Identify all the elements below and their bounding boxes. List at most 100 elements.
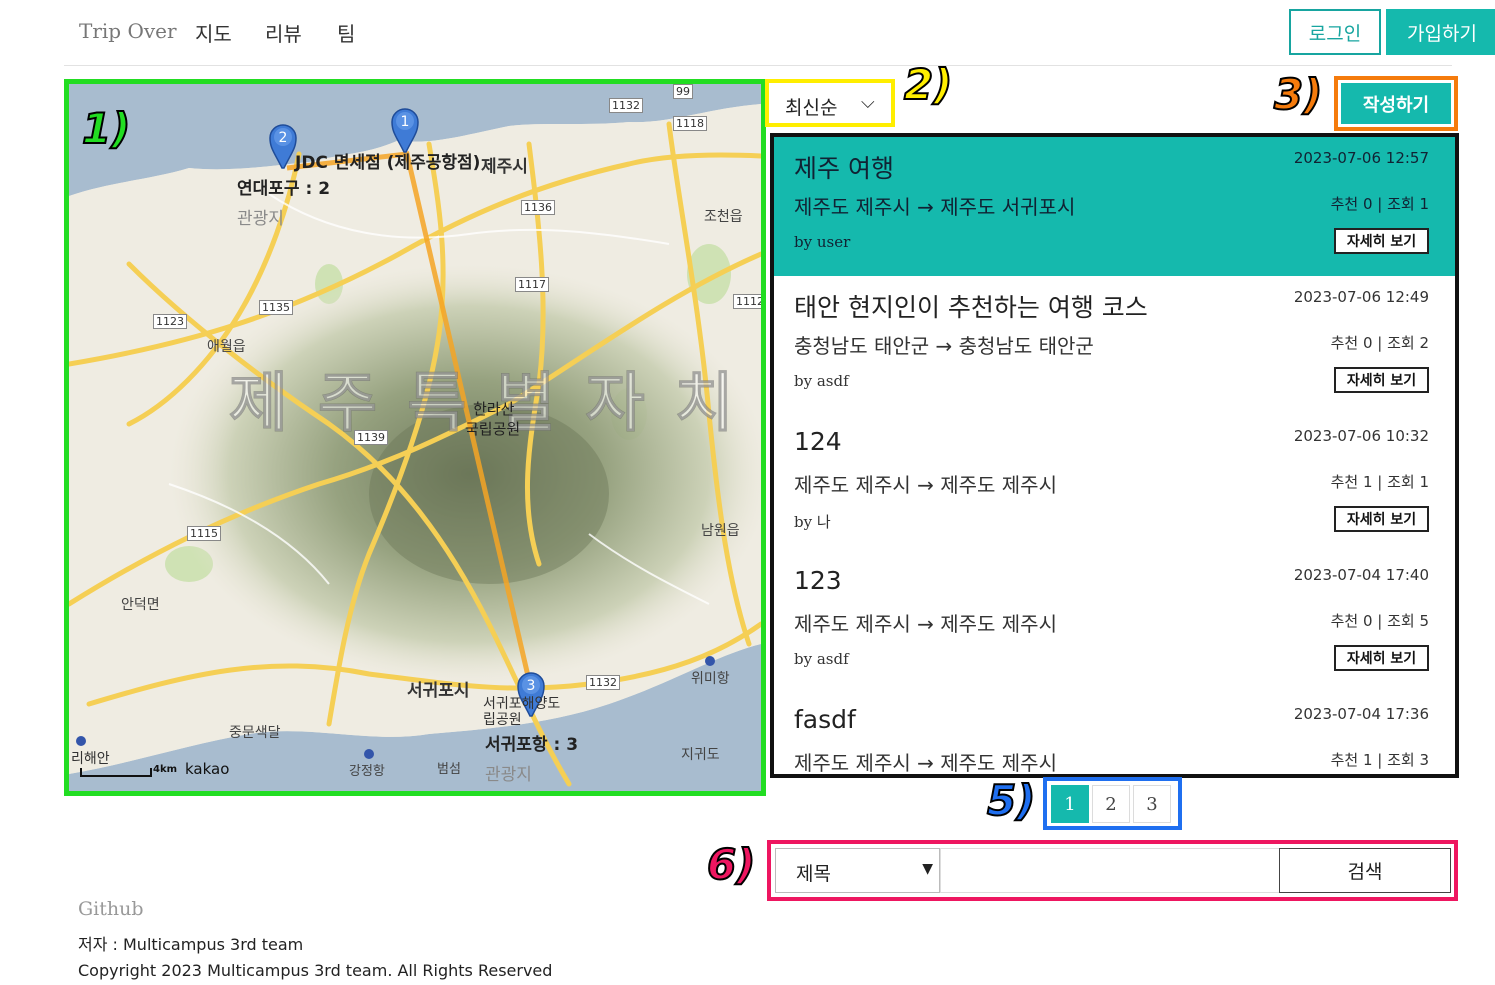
kakao-logo[interactable]: kakao [185, 760, 229, 778]
map-marker-2-category: 관광지 [237, 209, 284, 229]
post-stats: 추천 0 | 조회 2 [1330, 334, 1429, 352]
post-route: 제주도 제주시 → 제주도 서귀포시 [794, 195, 1076, 219]
map-place-label: 조천읍 [704, 209, 743, 225]
detail-button[interactable]: 자세히 보기 [1334, 506, 1429, 532]
search-field-select[interactable]: 제목 ▼ [775, 848, 940, 893]
post-list: 제주 여행 2023-07-06 12:57 제주도 제주시 → 제주도 서귀포… [770, 133, 1459, 778]
brand-logo[interactable]: Trip Over [79, 19, 177, 43]
svg-text:1: 1 [401, 114, 410, 130]
post-title[interactable]: 123 [794, 566, 842, 595]
pagination: 1 2 3 [1043, 777, 1182, 830]
map-place-label: 지귀도 [681, 747, 720, 763]
write-post-button[interactable]: 작성하기 [1341, 83, 1451, 124]
chevron-down-icon: ▼ [922, 861, 933, 877]
map-marker-3-extra: 서귀포해양도립공원 [483, 696, 561, 728]
annotation-6: 6) [706, 839, 756, 890]
map-place-label: 남원읍 [701, 523, 740, 539]
post-author: by user [794, 233, 851, 251]
detail-button[interactable]: 자세히 보기 [1334, 228, 1429, 254]
annotation-3: 3) [1273, 69, 1323, 120]
post-date: 2023-07-04 17:36 [1293, 705, 1429, 723]
footer-author: 저자 : Multicampus 3rd team [78, 935, 304, 954]
post-stats: 추천 0 | 조회 5 [1330, 612, 1429, 630]
annotation-5: 5) [986, 775, 1036, 826]
road-number: 1123 [153, 314, 187, 329]
map-place-label: 안덕면 [121, 597, 160, 613]
map-place-label: 범섬 [437, 762, 461, 777]
post-stats: 추천 1 | 조회 3 [1330, 751, 1429, 769]
road-number: 1117 [515, 277, 549, 292]
road-number: 1136 [521, 200, 555, 215]
post-title[interactable]: 태안 현지인이 추천하는 여행 코스 [794, 288, 1148, 324]
detail-button[interactable]: 자세히 보기 [1334, 645, 1429, 671]
svg-text:3: 3 [527, 678, 536, 694]
page-button-1[interactable]: 1 [1051, 785, 1089, 823]
post-route: 제주도 제주시 → 제주도 제주시 [794, 612, 1057, 636]
search-form: 제목 ▼ 검색 [767, 840, 1458, 901]
sort-dropdown[interactable]: 최신순 ⌵ [765, 79, 895, 127]
road-number: 1115 [187, 526, 221, 541]
map-park-label: 한라산 [473, 400, 515, 418]
kakao-map[interactable]: 1 2 3 1132 99 1118 1136 1117 1135 1123 1… [69, 84, 761, 791]
post-author: by asdf [794, 372, 849, 390]
detail-button[interactable]: 자세히 보기 [1334, 367, 1429, 393]
map-park-label: 국립공원 [465, 420, 521, 438]
map-place-label: 강정항 [349, 764, 385, 779]
search-input[interactable] [940, 848, 1280, 893]
page-button-2[interactable]: 2 [1092, 785, 1130, 823]
list-item[interactable]: 124 2023-07-06 10:32 제주도 제주시 → 제주도 제주시 추… [774, 415, 1455, 554]
road-number: 1112 [733, 294, 761, 309]
map-place-label: 중문색달 [229, 725, 281, 741]
post-stats: 추천 1 | 조회 1 [1330, 473, 1429, 491]
write-button-frame: 작성하기 [1334, 76, 1458, 131]
join-button[interactable]: 가입하기 [1386, 9, 1495, 55]
post-title[interactable]: 124 [794, 427, 842, 456]
login-button[interactable]: 로그인 [1289, 9, 1381, 55]
list-item[interactable]: 태안 현지인이 추천하는 여행 코스 2023-07-06 12:49 충청남도… [774, 276, 1455, 415]
post-route: 제주도 제주시 → 제주도 제주시 [794, 751, 1057, 775]
map-marker-3-label: 서귀포항 : 3 [485, 735, 579, 755]
post-title[interactable]: fasdf [794, 705, 856, 734]
post-route: 제주도 제주시 → 제주도 제주시 [794, 473, 1057, 497]
road-number: 1135 [259, 300, 293, 315]
post-date: 2023-07-06 12:49 [1293, 288, 1429, 306]
post-date: 2023-07-06 12:57 [1293, 149, 1429, 167]
list-item[interactable]: fasdf 2023-07-04 17:36 제주도 제주시 → 제주도 제주시… [774, 693, 1455, 775]
map-scale-label: 4km [153, 764, 178, 775]
map-place-label: 제주시 [481, 157, 528, 177]
footer-github-link[interactable]: Github [78, 898, 144, 920]
nav-map-link[interactable]: 지도 [195, 18, 232, 47]
list-item[interactable]: 제주 여행 2023-07-06 12:57 제주도 제주시 → 제주도 서귀포… [774, 137, 1455, 276]
map-place-label: 위미항 [691, 671, 730, 687]
map-marker-2-label: 연대포구 : 2 [237, 179, 331, 199]
nav-team-link[interactable]: 팀 [337, 18, 355, 47]
footer-copyright: Copyright 2023 Multicampus 3rd team. All… [78, 961, 553, 980]
chevron-down-icon: ⌵ [861, 92, 875, 113]
page-button-3[interactable]: 3 [1133, 785, 1171, 823]
road-number: 1118 [673, 116, 707, 131]
top-navbar: Trip Over 지도 리뷰 팀 로그인 가입하기 [64, 0, 1495, 66]
nav-review-link[interactable]: 리뷰 [265, 18, 302, 47]
post-route: 충청남도 태안군 → 충청남도 태안군 [794, 334, 1094, 358]
map-panel[interactable]: 1 2 3 1132 99 1118 1136 1117 1135 1123 1… [64, 79, 766, 796]
map-place-label: 서귀포시 [407, 681, 470, 701]
road-number: 99 [673, 84, 693, 99]
map-marker-1-label: JDC 면세점 (제주공항점) [295, 153, 481, 173]
search-field-value: 제목 [796, 863, 831, 885]
post-title[interactable]: 제주 여행 [794, 149, 894, 185]
map-marker-3-category: 관광지 [485, 765, 532, 785]
post-date: 2023-07-06 10:32 [1293, 427, 1429, 445]
road-number: 1132 [586, 675, 620, 690]
sort-selected-label: 최신순 [785, 97, 838, 119]
annotation-1: 1) [81, 103, 131, 154]
map-place-label: 리해안 [71, 751, 110, 767]
post-author: by 나 [794, 513, 831, 531]
post-author: by asdf [794, 650, 849, 668]
list-item[interactable]: 123 2023-07-04 17:40 제주도 제주시 → 제주도 제주시 추… [774, 554, 1455, 693]
post-date: 2023-07-04 17:40 [1293, 566, 1429, 584]
annotation-2: 2) [903, 59, 953, 110]
road-number: 1132 [609, 98, 643, 113]
post-stats: 추천 0 | 조회 1 [1330, 195, 1429, 213]
search-button[interactable]: 검색 [1279, 848, 1451, 893]
svg-text:2: 2 [279, 130, 288, 146]
